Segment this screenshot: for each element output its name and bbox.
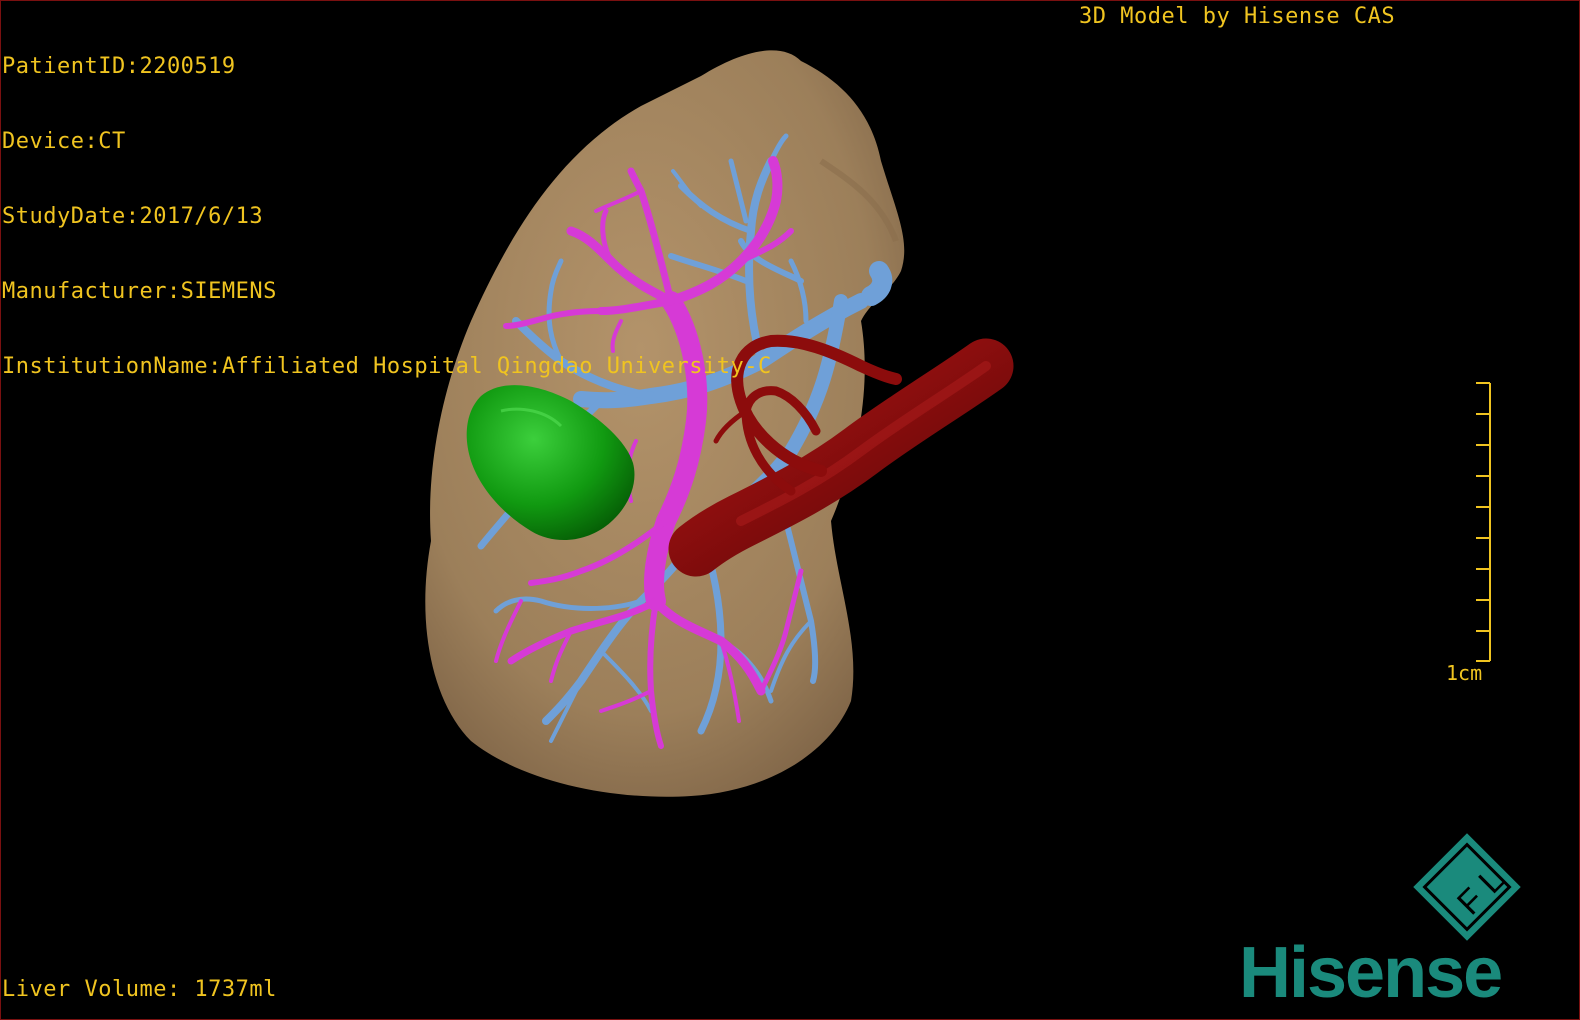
study-info-panel: PatientID:2200519 Device:CT StudyDate:20… — [2, 4, 772, 429]
scale-bar-label: 1cm — [1446, 661, 1483, 685]
device: Device:CT — [2, 129, 126, 154]
logo-wordmark: Hisense — [1239, 933, 1501, 1009]
render-viewport[interactable]: PatientID:2200519 Device:CT StudyDate:20… — [0, 0, 1580, 1020]
scale-bar — [1476, 382, 1491, 662]
model-credit: 3D Model by Hisense CAS — [1079, 4, 1396, 29]
institution-name: InstitutionName:Affiliated Hospital Qing… — [2, 354, 772, 379]
patient-id: PatientID:2200519 — [2, 54, 236, 79]
manufacturer: Manufacturer:SIEMENS — [2, 279, 277, 304]
study-date: StudyDate:2017/6/13 — [2, 204, 264, 229]
hisense-logo: F L Hisense — [1239, 833, 1521, 1009]
liver-volume: Liver Volume: 1737ml — [2, 977, 277, 1002]
